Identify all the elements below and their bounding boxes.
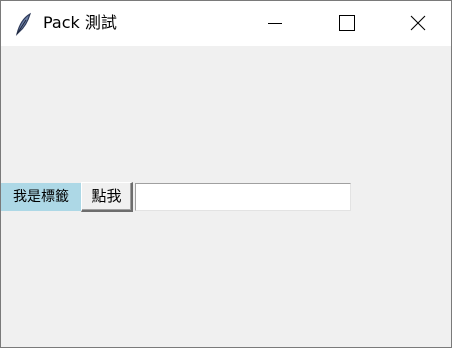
minimize-button[interactable] — [251, 1, 297, 46]
app-window: Pack 測試 我是標籤 點我 — [0, 0, 452, 348]
close-button[interactable] — [394, 1, 440, 46]
window-title: Pack 測試 — [43, 13, 117, 32]
title-bar[interactable]: Pack 測試 — [1, 1, 451, 46]
click-me-button[interactable]: 點我 — [81, 182, 133, 212]
minimize-icon — [268, 23, 282, 24]
feather-icon — [13, 12, 35, 36]
text-entry[interactable] — [135, 183, 351, 211]
close-icon — [410, 15, 426, 31]
label-widget: 我是標籤 — [1, 183, 81, 211]
maximize-icon — [339, 15, 355, 31]
maximize-button[interactable] — [323, 1, 369, 46]
window-client-area: 我是標籤 點我 — [1, 46, 451, 347]
